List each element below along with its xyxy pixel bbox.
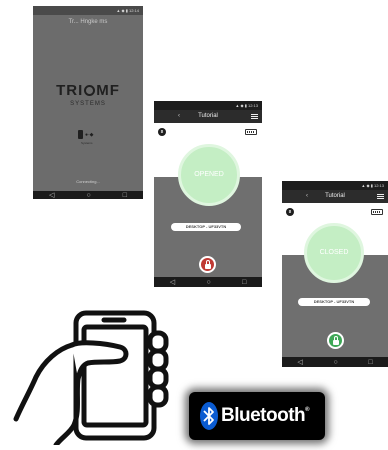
state-indicator[interactable]: CLOSED xyxy=(304,223,364,283)
bluetooth-wordmark: Bluetooth® xyxy=(221,405,310,427)
brand-caption: Systems xyxy=(81,141,93,145)
recent-nav-icon[interactable]: □ xyxy=(242,279,246,286)
lock-icon xyxy=(204,259,211,269)
recent-nav-icon[interactable]: □ xyxy=(368,359,372,366)
recent-nav-icon[interactable]: □ xyxy=(123,192,127,199)
header-title: Tutorial xyxy=(325,193,345,199)
app-header: ‹ Tutorial xyxy=(154,110,262,123)
logo-text-left: TRI xyxy=(56,82,84,99)
battery-icon xyxy=(371,209,383,215)
splash-screen-phone: ▲ ◆ ▮ 12:14 Tr... Hngke ms TRI MF SYSTEMS… xyxy=(33,6,143,199)
status-bar: ▲ ◆ ▮ 12:13 xyxy=(154,101,262,110)
menu-icon[interactable] xyxy=(377,194,384,199)
state-label: OPENED xyxy=(194,171,224,178)
lock-button[interactable] xyxy=(327,332,344,349)
home-nav-icon[interactable]: ○ xyxy=(86,192,90,199)
bluetooth-icon: ʙ xyxy=(158,128,166,136)
signal-icon: ●·◆ xyxy=(85,131,94,138)
state-indicator[interactable]: OPENED xyxy=(178,144,240,206)
battery-icon xyxy=(245,129,257,135)
status-bar: ▲ ◆ ▮ 12:13 xyxy=(282,181,388,190)
registered-mark: ® xyxy=(305,407,310,413)
back-arrow-icon[interactable]: ‹ xyxy=(178,110,180,123)
status-bar: ▲ ◆ ▮ 12:14 xyxy=(33,6,143,15)
bluetooth-icon: ʙ xyxy=(286,208,294,216)
logo-text-right: MF xyxy=(96,82,120,99)
phone-icon xyxy=(78,130,83,139)
bluetooth-icon xyxy=(200,402,218,430)
device-name: DESKTOP - UF33VTN xyxy=(298,298,370,306)
home-nav-icon[interactable]: ○ xyxy=(206,279,210,286)
splash-title: Tr... Hngke ms xyxy=(68,19,108,25)
logo-circle xyxy=(84,85,96,96)
lock-button[interactable] xyxy=(199,256,216,273)
opened-screen-phone: ▲ ◆ ▮ 12:13 ‹ Tutorial ʙ OPENED DESKTOP … xyxy=(154,101,262,287)
header-title: Tutorial xyxy=(198,113,218,119)
android-nav-bar: ◁ ○ □ xyxy=(33,191,143,199)
connection-indicator: ●·◆ xyxy=(78,130,94,139)
home-nav-icon[interactable]: ○ xyxy=(333,359,337,366)
device-name: DESKTOP - UF33VTN xyxy=(171,223,241,231)
back-nav-icon[interactable]: ◁ xyxy=(49,192,54,199)
hand-holding-phone-icon xyxy=(13,310,169,445)
lock-icon xyxy=(332,335,339,345)
closed-screen-phone: ▲ ◆ ▮ 12:13 ‹ Tutorial ʙ CLOSED DESKTOP … xyxy=(282,181,388,367)
back-nav-icon[interactable]: ◁ xyxy=(297,359,302,366)
brand-subtitle: SYSTEMS xyxy=(70,101,106,107)
state-label: CLOSED xyxy=(319,249,349,256)
android-nav-bar: ◁ ○ □ xyxy=(154,277,262,287)
menu-icon[interactable] xyxy=(251,114,258,119)
bluetooth-label: Bluetooth xyxy=(221,405,306,426)
back-arrow-icon[interactable]: ‹ xyxy=(306,190,308,203)
app-header: ‹ Tutorial xyxy=(282,190,388,203)
connecting-status: Connecting... xyxy=(76,179,100,184)
brand-logo: TRI MF xyxy=(33,82,143,99)
android-nav-bar: ◁ ○ □ xyxy=(282,357,388,367)
bluetooth-logo: Bluetooth® xyxy=(189,392,325,440)
back-nav-icon[interactable]: ◁ xyxy=(170,279,175,286)
